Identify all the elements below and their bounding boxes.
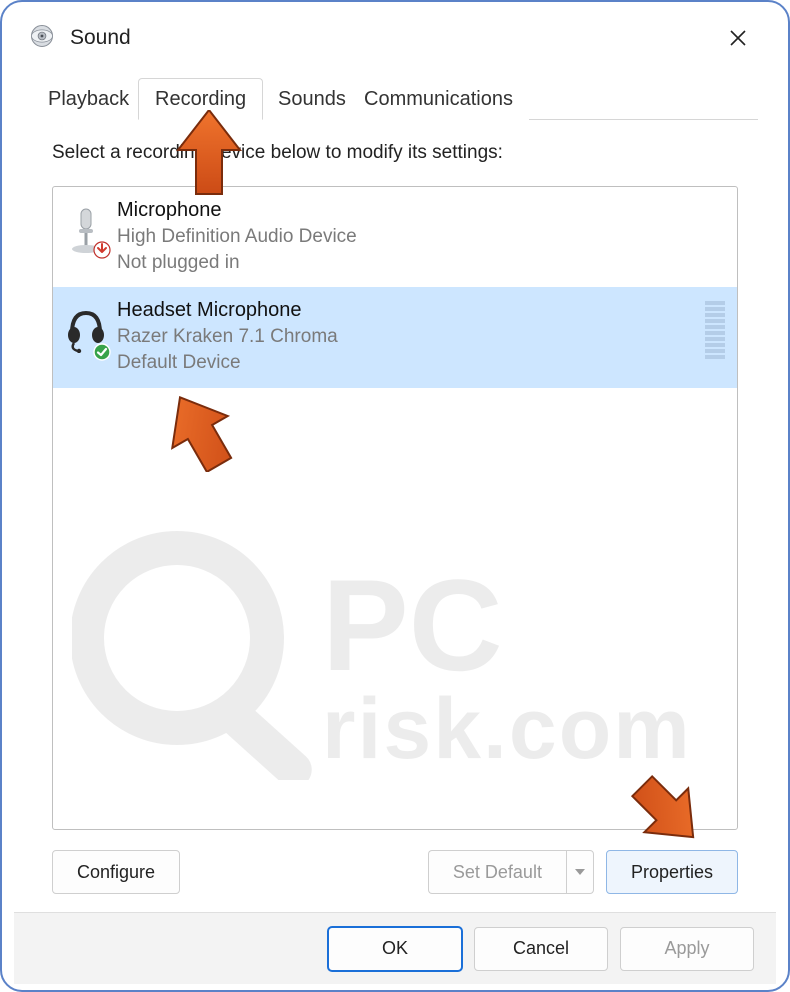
- unplugged-badge-icon: [93, 241, 111, 259]
- set-default-dropdown-arrow[interactable]: [566, 850, 594, 894]
- button-label: Set Default: [453, 862, 542, 883]
- sound-dialog: Sound Playback Recording Sounds Communic…: [14, 10, 776, 984]
- action-button-row: Configure Set Default Properties: [52, 850, 738, 894]
- dialog-footer: OK Cancel Apply: [14, 912, 776, 984]
- chevron-down-icon: [575, 869, 585, 875]
- device-status: Default Device: [117, 350, 705, 376]
- button-label: OK: [382, 938, 408, 959]
- tab-sounds[interactable]: Sounds: [262, 78, 362, 120]
- window-title: Sound: [70, 26, 131, 50]
- tab-playback[interactable]: Playback: [32, 78, 145, 120]
- button-label: Cancel: [513, 938, 569, 959]
- tab-label: Recording: [155, 88, 246, 111]
- apply-button[interactable]: Apply: [620, 927, 754, 971]
- titlebar: Sound: [14, 10, 776, 66]
- button-label: Apply: [664, 938, 709, 959]
- device-driver: High Definition Audio Device: [117, 224, 731, 250]
- tab-strip: Playback Recording Sounds Communications: [32, 78, 758, 120]
- device-status: Not plugged in: [117, 250, 731, 276]
- sound-app-icon: [28, 22, 56, 54]
- tab-label: Sounds: [278, 88, 346, 111]
- button-label: Properties: [631, 862, 713, 883]
- device-row-headset-microphone[interactable]: Headset Microphone Razer Kraken 7.1 Chro…: [53, 287, 737, 387]
- tab-label: Communications: [364, 88, 513, 111]
- device-name: Microphone: [117, 197, 731, 224]
- tab-recording[interactable]: Recording: [138, 78, 263, 120]
- properties-button[interactable]: Properties: [606, 850, 738, 894]
- close-icon: [728, 28, 748, 48]
- ok-button[interactable]: OK: [328, 927, 462, 971]
- button-label: Configure: [77, 862, 155, 883]
- configure-button[interactable]: Configure: [52, 850, 180, 894]
- device-driver: Razer Kraken 7.1 Chroma: [117, 324, 705, 350]
- tab-communications[interactable]: Communications: [348, 78, 529, 120]
- microphone-icon: [63, 197, 109, 261]
- headset-icon: [63, 297, 109, 361]
- tab-label: Playback: [48, 88, 129, 111]
- tab-content: PC risk.com Select a recording device be…: [32, 120, 758, 912]
- set-default-button[interactable]: Set Default: [428, 850, 566, 894]
- cancel-button[interactable]: Cancel: [474, 927, 608, 971]
- device-row-microphone[interactable]: Microphone High Definition Audio Device …: [53, 187, 737, 287]
- level-meter: [705, 297, 725, 359]
- device-name: Headset Microphone: [117, 297, 705, 324]
- default-badge-icon: [93, 343, 111, 361]
- instruction-text: Select a recording device below to modif…: [52, 142, 738, 164]
- close-button[interactable]: [708, 14, 768, 62]
- device-list[interactable]: Microphone High Definition Audio Device …: [52, 186, 738, 830]
- set-default-split-button[interactable]: Set Default: [428, 850, 594, 894]
